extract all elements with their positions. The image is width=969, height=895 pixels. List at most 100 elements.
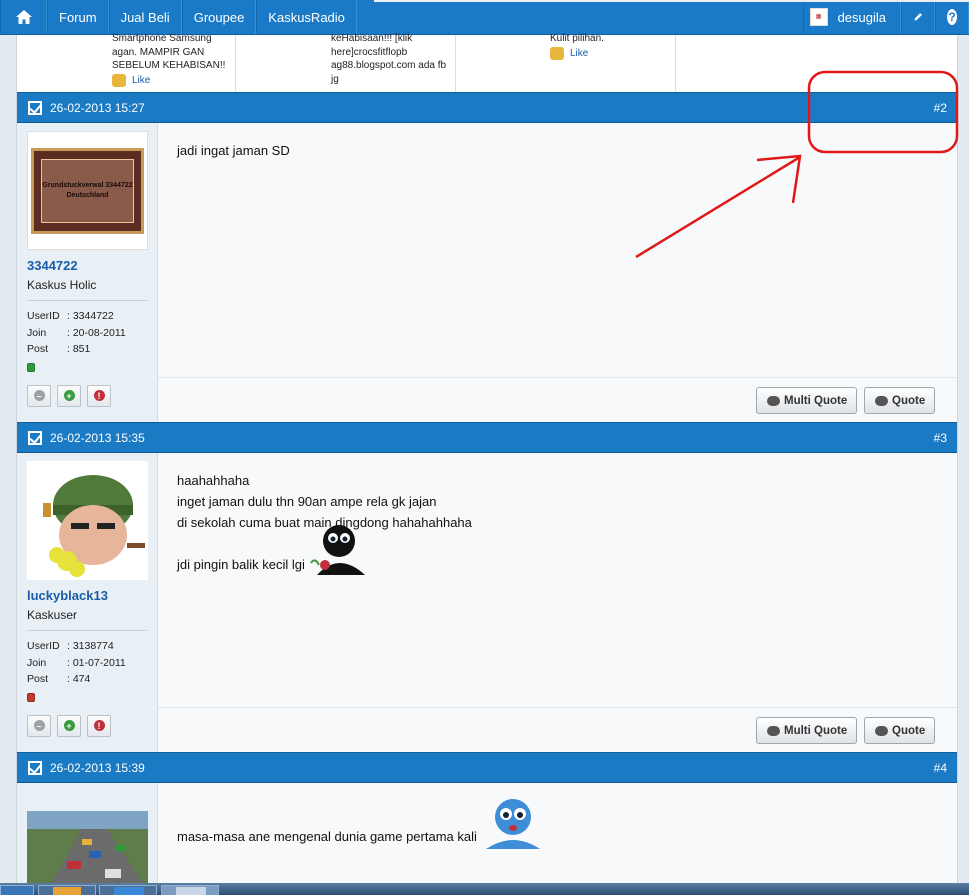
soldier-avatar-image [43,475,145,577]
emoticon-image [485,799,540,849]
post-date: 26-02-2013 15:35 [50,430,145,445]
plus-icon: + [63,390,75,401]
user-stats: UserID: 3138774 Join: 01-07-2011 Post: 4… [27,638,147,688]
home-button[interactable] [0,0,47,34]
avatar-plaque-text: Grundstuckverwal 3344722 Deutschland [41,158,134,223]
user-id: : 3344722 [67,310,114,322]
post-number-link[interactable]: #3 [934,431,947,445]
similar-threads: Smartphone Samsung agan. MAMPIR GAN SEBE… [17,33,957,92]
checkbox-icon[interactable] [28,100,42,115]
quote-button[interactable]: Quote [864,387,936,414]
report-button[interactable]: ! [87,714,111,737]
add-friend-button[interactable]: + [57,384,81,407]
post-content: masa-masa ane mengenal dunia game pertam… [158,783,957,883]
post-footer: Multi Quote Quote [158,377,957,422]
similar-thread-text: Kulit pilihan. [550,33,604,44]
help-icon: ? [947,9,957,25]
post-date: 26-02-2013 15:39 [50,760,145,775]
start-button[interactable] [0,885,34,895]
alert-icon: ! [93,390,105,401]
user-actions: – + ! [27,384,147,407]
user-stats: UserID: 3344722 Join: 20-08-2011 Post: 8… [27,308,147,358]
user-info-panel [17,783,158,891]
os-taskbar [0,883,969,895]
post-message: masa-masa ane mengenal dunia game pertam… [177,797,544,849]
post-number-link[interactable]: #2 [934,101,947,115]
window-left-edge [0,35,17,883]
taskbar-app-explorer[interactable] [38,885,96,895]
minus-icon: – [33,390,45,401]
username-link[interactable]: 3344722 [27,258,147,273]
nav-jual-beli[interactable]: Jual Beli [108,0,182,34]
similar-thread-text: Smartphone Samsung agan. MAMPIR GAN SEBE… [112,33,226,71]
user-info-panel: Grundstuckverwal 3344722 Deutschland 334… [17,123,158,422]
taskbar-app-browser[interactable] [161,885,219,895]
user-info-panel: luckyblack13 Kaskuser UserID: 3138774 Jo… [17,453,158,752]
user-avatar: ▦ [809,8,828,26]
edit-button[interactable] [901,0,935,34]
post-footer: Multi Quote Quote [158,707,957,752]
post-header: 26-02-2013 15:39 #4 [17,752,957,783]
user-menu[interactable]: ▦ desugila [802,0,901,34]
minus-icon: – [33,720,45,731]
post-number-link[interactable]: #4 [934,761,947,775]
speech-bubble-icon [767,725,780,736]
multi-quote-button[interactable]: Multi Quote [756,717,858,744]
post-count: : 851 [67,343,91,355]
add-friend-button[interactable]: + [57,714,81,737]
similar-thread-card[interactable]: Kulit pilihan. Like [456,33,676,92]
join-date: : 01-07-2011 [67,656,126,669]
username-link[interactable]: luckyblack13 [27,588,147,603]
checkbox-icon[interactable] [28,430,42,445]
ignore-button[interactable]: – [27,714,51,737]
post-count: : 474 [67,673,91,685]
checkbox-icon[interactable] [28,760,42,775]
post-body: luckyblack13 Kaskuser UserID: 3138774 Jo… [17,453,957,752]
help-button[interactable]: ? [935,0,969,34]
thumbs-up-icon [112,73,126,87]
alert-icon: ! [93,720,105,731]
online-status-icon [27,362,35,372]
top-navbar: Forum Jual Beli Groupee KaskusRadio ▦ de… [0,0,969,35]
post-message: haahahhaha inget jaman dulu thn 90an amp… [177,470,472,575]
post-content: haahahhaha inget jaman dulu thn 90an amp… [158,453,957,752]
report-button[interactable]: ! [87,384,111,407]
avatar[interactable] [27,461,148,580]
user-id: : 3138774 [67,640,114,652]
similar-thread-card[interactable]: Smartphone Samsung agan. MAMPIR GAN SEBE… [17,33,236,92]
like-button[interactable]: Like [550,46,675,61]
avatar[interactable] [27,811,148,891]
window-right-edge [957,35,969,883]
post-header: 26-02-2013 15:27 #2 [17,92,957,123]
emoticon-image [310,525,365,575]
avatar[interactable]: Grundstuckverwal 3344722 Deutschland [27,131,148,250]
post-header: 26-02-2013 15:35 #3 [17,422,957,453]
multi-quote-button[interactable]: Multi Quote [756,387,858,414]
similar-thread-text: keHabisaan!!! [klik here]crocsfitflopb a… [331,33,447,85]
post-content: jadi ingat jaman SD Multi Quote Quote [158,123,957,422]
racing-avatar-image [27,811,148,891]
nav-username: desugila [837,9,886,25]
taskbar-app-ie[interactable] [99,885,157,895]
plus-icon: + [63,720,75,731]
ignore-button[interactable]: – [27,384,51,407]
post-body: masa-masa ane mengenal dunia game pertam… [17,783,957,891]
user-title: Kaskuser [27,608,147,631]
post-date: 26-02-2013 15:27 [50,100,145,115]
offline-status-icon [27,692,35,702]
speech-bubble-icon [767,395,780,406]
similar-thread-card[interactable]: keHabisaan!!! [klik here]crocsfitflopb a… [236,33,456,92]
speech-bubble-icon [875,725,888,736]
post-message: jadi ingat jaman SD [177,143,290,158]
nav-forum[interactable]: Forum [47,0,109,34]
like-button[interactable]: Like [112,73,235,88]
speech-bubble-icon [875,395,888,406]
nav-groupee[interactable]: Groupee [181,0,257,34]
join-date: : 20-08-2011 [67,326,126,339]
nav-kaskusradio[interactable]: KaskusRadio [256,0,357,34]
nav-spacer [357,0,969,34]
user-title: Kaskus Holic [27,278,147,301]
thumbs-up-icon [550,46,564,60]
pencil-icon [914,13,922,21]
quote-button[interactable]: Quote [864,717,936,744]
